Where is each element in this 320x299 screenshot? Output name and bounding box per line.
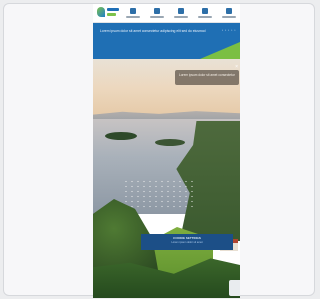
nav-item-1[interactable]	[125, 7, 141, 21]
main-nav	[125, 7, 237, 21]
nav-icon	[202, 8, 208, 14]
banner-accent	[200, 42, 240, 59]
nav-item-3[interactable]	[173, 7, 189, 21]
hero-image: × Lorem ipsum dolor sit amet consectetur	[93, 59, 240, 298]
logo-wordmark-line	[107, 8, 119, 11]
hero-boats	[123, 179, 193, 209]
close-icon[interactable]: ×	[235, 64, 238, 70]
mobile-page: Lorem ipsum dolor sit amet consectetur a…	[93, 4, 240, 298]
side-tab-handle[interactable]	[229, 280, 240, 296]
logo-wordmark-line	[107, 13, 116, 16]
nav-item-label	[150, 16, 164, 18]
nav-item-4[interactable]	[197, 7, 213, 21]
nav-item-label	[222, 16, 236, 18]
cookie-title: COOKIE SETTINGS	[173, 236, 201, 240]
nav-item-label	[126, 16, 140, 18]
nav-icon	[130, 8, 136, 14]
banner-text: Lorem ipsum dolor sit amet consectetur a…	[100, 29, 206, 33]
site-logo[interactable]	[97, 7, 119, 19]
nav-item-label	[174, 16, 188, 18]
logo-mark-icon	[97, 7, 105, 17]
nav-item-5[interactable]	[221, 7, 237, 21]
banner-pagination[interactable]: • • • • •	[222, 28, 236, 32]
site-header	[93, 4, 240, 23]
nav-icon	[178, 8, 184, 14]
hero-island	[155, 139, 185, 146]
nav-item-label	[198, 16, 212, 18]
intro-banner: Lorem ipsum dolor sit amet consectetur a…	[93, 23, 240, 59]
image-caption[interactable]: × Lorem ipsum dolor sit amet consectetur	[175, 64, 239, 85]
cookie-text: Lorem ipsum dolor sit amet	[171, 241, 203, 244]
nav-item-2[interactable]	[149, 7, 165, 21]
nav-icon	[154, 8, 160, 14]
cookie-bar[interactable]: COOKIE SETTINGS Lorem ipsum dolor sit am…	[141, 234, 233, 250]
hero-island	[105, 132, 137, 140]
image-caption-text: Lorem ipsum dolor sit amet consectetur	[179, 73, 235, 77]
nav-icon	[226, 8, 232, 14]
hero-sky	[93, 59, 240, 121]
